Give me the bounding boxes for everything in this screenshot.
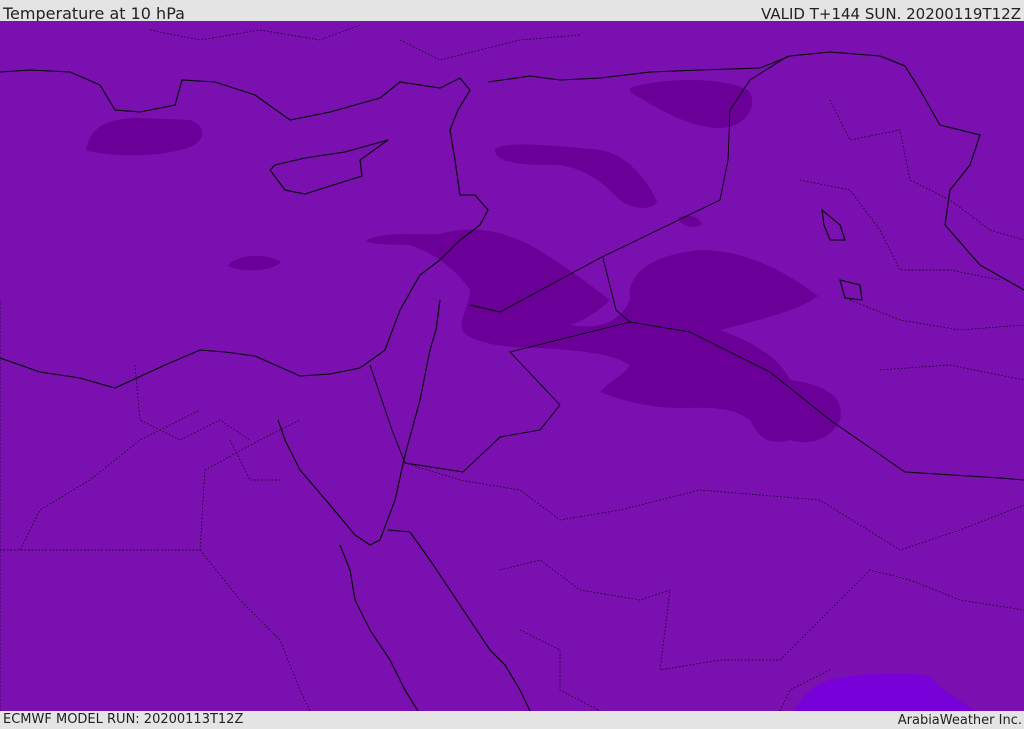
header-bar: Temperature at 10 hPa VALID T+144 SUN. 2… — [0, 0, 1024, 23]
model-run-label: ECMWF MODEL RUN: 20200113T12Z — [3, 712, 244, 727]
temperature-map[interactable] — [0, 21, 1024, 711]
footer-bar: ECMWF MODEL RUN: 20200113T12Z ArabiaWeat… — [0, 711, 1024, 729]
brand-label: ArabiaWeather Inc. — [897, 713, 1022, 728]
